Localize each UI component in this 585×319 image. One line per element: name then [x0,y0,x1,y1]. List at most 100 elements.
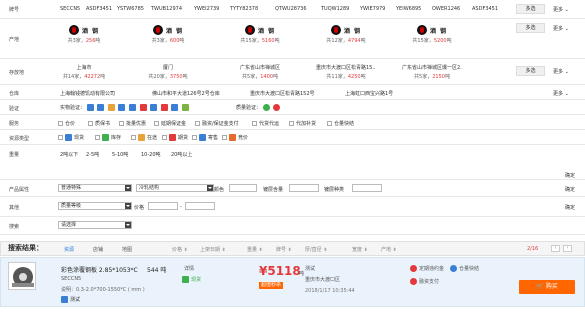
checkbox[interactable] [131,135,136,140]
service-option[interactable]: 仓量快结 [327,120,354,127]
price-max-input[interactable] [185,202,215,210]
checkbox[interactable] [162,135,167,140]
sort-price[interactable]: 价格 ⇟ [172,246,188,253]
grade-option[interactable]: TUQW1289 [321,6,349,12]
storage-location[interactable]: 上海市 共14家，42272吨 [54,64,114,80]
search-select[interactable]: 请选择 [58,221,132,229]
tab-map[interactable]: 地图 [122,246,132,253]
brand-jiugang[interactable]: 酒 钢 共3家，600吨 [138,25,198,44]
checkbox[interactable] [195,121,200,126]
checkbox[interactable] [58,135,63,140]
storage-location[interactable]: 广东省山市禅城区爆一区2... 共5家，2150吨 [402,64,462,80]
warehouse-option[interactable]: 上海虹口西宝兴路1号 [345,90,393,97]
grade-option[interactable]: TYTY82378 [230,6,258,12]
resource-futures[interactable]: 期货 [162,134,188,141]
checkbox[interactable] [58,121,63,126]
checkbox[interactable] [88,121,93,126]
grade-option[interactable]: TWUB12974 [151,6,182,12]
other-confirm-button[interactable]: 确定 [565,204,575,211]
more-button[interactable]: 更多 ⌄ [553,90,569,97]
structure-select[interactable]: 冷轧结构 [136,184,214,192]
brand-jiugang[interactable]: 酒 钢 共3家，256吨 [54,25,114,44]
color-input[interactable] [229,184,257,192]
physical-verify[interactable]: 实物验证： [60,104,191,111]
grade-label: 牌号 [9,7,20,13]
next-page-icon[interactable]: › [563,245,572,252]
coating-content-input[interactable] [289,184,319,192]
sort-weight[interactable]: 重量 ⇟ [247,246,263,253]
resource-stock[interactable]: 库存 [95,134,121,141]
more-button[interactable]: 更多 ⌄ [553,68,569,75]
checkbox[interactable] [119,121,124,126]
service-option[interactable]: 延期保证金 [154,120,186,127]
detail-link[interactable]: 详情 [184,265,194,272]
warehouse-option[interactable]: 上海翰钱德饥动有限公司 [60,90,115,97]
resource-spot[interactable]: 现货 [58,134,84,141]
service-option[interactable]: 质保书 [88,120,110,127]
grade-option[interactable]: OWER1246 [432,6,460,12]
resource-auction[interactable]: 竞价 [222,134,248,141]
category-select[interactable]: 普通特殊 [58,184,132,192]
seller-name[interactable]: 测试 [305,265,315,272]
service-option[interactable]: 代加补货 [289,120,316,127]
brand-jiugang[interactable]: 酒 钢 共15家，5200吨 [402,25,462,44]
other-row: 其他 质量等级 价格 - 确定 [0,197,585,217]
brand-jiugang[interactable]: 酒 钢 共12家，4794吨 [316,25,376,44]
warehouse-option[interactable]: 重庆市大渡口区松青路152号 [250,90,315,97]
checkbox[interactable] [154,121,159,126]
sort-origin[interactable]: 产地 ⇟ [381,246,397,253]
product-title[interactable]: 彩色涂覆钢板 2.85*1053*C [61,265,138,274]
grade-option[interactable]: YEIW6895 [396,6,421,12]
checkbox[interactable] [222,135,227,140]
checkbox[interactable] [192,135,197,140]
storage-location[interactable]: 厦门 共20家，3750吨 [138,64,198,80]
price-min-input[interactable] [148,202,178,210]
storage-location[interactable]: 广东省山市禅城区 共5家，1400吨 [230,64,290,80]
weight-option[interactable]: 2吨以下 [60,151,78,158]
multi-select-button[interactable]: 多选 [516,66,545,76]
prev-page-icon[interactable]: ‹ [551,245,560,252]
service-option[interactable]: 融资/保证金支付 [195,120,239,127]
weight-confirm-button[interactable]: 确定 [565,172,575,179]
sort-date[interactable]: 上架日期 ⇟ [200,246,226,253]
buy-button[interactable]: 🛒 购买 [519,280,575,294]
product-image[interactable] [8,262,36,290]
multi-select-button[interactable]: 多选 [516,23,545,33]
weight-option[interactable]: 2-5吨 [86,151,99,158]
brand-logo-text: 酒 钢 [429,27,448,35]
sort-width[interactable]: 宽度 ⇟ [352,246,368,253]
grade-option[interactable]: YWEI2739 [194,6,219,12]
resource-transit[interactable]: 在途 [131,134,157,141]
quality-grade-select[interactable]: 质量等级 [58,202,132,210]
sort-thickness[interactable]: 厚/直径 ⇟ [305,246,327,253]
grade-option[interactable]: ASDF3451 [86,6,112,12]
weight-option[interactable]: 10-20吨 [141,151,161,158]
checkbox[interactable] [289,121,294,126]
resource-consign[interactable]: 寄售 [192,134,218,141]
grade-option[interactable]: YWIE7979 [360,6,385,12]
service-option[interactable]: 代货代运 [252,120,279,127]
grade-option[interactable]: ASDF3451 [472,6,498,12]
quality-verify[interactable]: 质量验证： [236,104,282,111]
grade-option[interactable]: QTWU28736 [275,6,307,12]
grade-option[interactable]: YSTW6785 [117,6,144,12]
attrs-confirm-button[interactable]: 确定 [565,186,575,193]
sort-grade[interactable]: 牌号 ⇟ [276,246,292,253]
warehouse-option[interactable]: 佛山市和平大道126号2号仓库 [152,90,220,97]
multi-select-button[interactable]: 多选 [516,4,545,14]
grade-option[interactable]: SECCN5 [60,6,80,12]
service-option[interactable]: 批量优惠 [119,120,146,127]
weight-option[interactable]: 5-10吨 [112,151,128,158]
brand-jiugang[interactable]: 酒 钢 共15家，5160吨 [230,25,290,44]
checkbox[interactable] [252,121,257,126]
tab-shops[interactable]: 店铺 [93,246,103,253]
checkbox[interactable] [95,135,100,140]
checkbox[interactable] [327,121,332,126]
tab-resources[interactable]: 资源 [64,246,74,253]
more-button[interactable]: 更多 ⌄ [553,6,569,13]
service-option[interactable]: 仓价 [58,120,75,127]
weight-option[interactable]: 20吨以上 [171,151,192,158]
storage-location[interactable]: 重庆市大渡口区松青路15... 共11家，4250吨 [316,64,376,80]
coating-type-input[interactable] [352,184,382,192]
more-button[interactable]: 更多 ⌄ [553,25,569,32]
